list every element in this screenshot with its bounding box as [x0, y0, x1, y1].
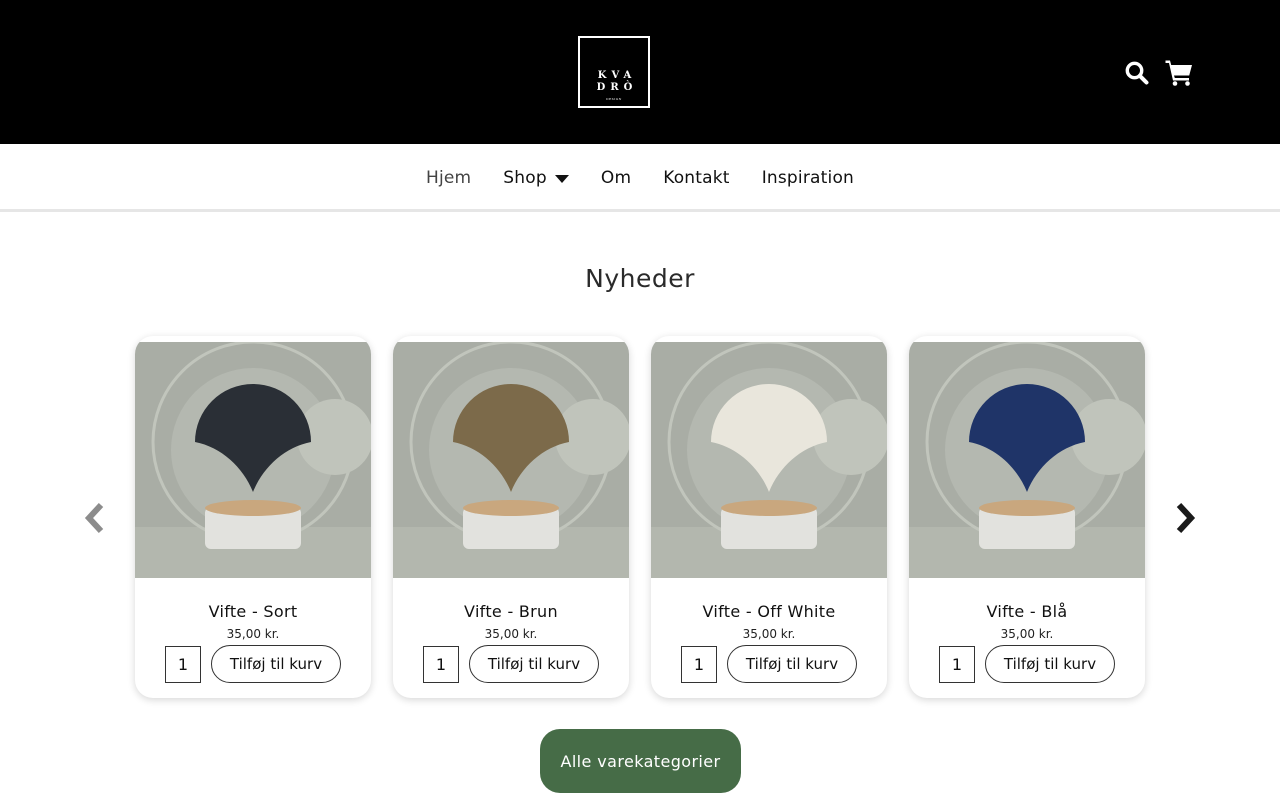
- nav-item-hjem[interactable]: Hjem: [426, 168, 471, 188]
- logo-line-3: DESIGN: [606, 97, 622, 101]
- nav-item-label: Om: [600, 168, 632, 188]
- product-image[interactable]: [909, 342, 1145, 578]
- product-price: 35,00 kr.: [742, 627, 796, 641]
- quantity-input[interactable]: [423, 646, 459, 683]
- product-price: 35,00 kr.: [484, 627, 538, 641]
- search-icon: [1125, 61, 1149, 85]
- nav-item-shop[interactable]: Shop: [503, 168, 569, 188]
- product-card[interactable]: Vifte - Blå 35,00 kr. Tilføj til kurv: [909, 336, 1145, 698]
- product-name[interactable]: Vifte - Brun: [393, 602, 629, 621]
- carousel-next-button[interactable]: [1173, 500, 1197, 536]
- section-title: Nyheder: [585, 264, 695, 293]
- add-to-cart-button[interactable]: Tilføj til kurv: [469, 645, 599, 683]
- cart-icon: [1165, 60, 1192, 86]
- logo-line-1: KVA: [597, 70, 637, 81]
- caret-down-icon: [554, 174, 569, 183]
- quantity-input[interactable]: [939, 646, 975, 683]
- product-card[interactable]: Vifte - Sort 35,00 kr. Tilføj til kurv: [135, 336, 371, 698]
- nav-item-label: Kontakt: [663, 168, 730, 188]
- nav-item-om[interactable]: Om: [601, 168, 631, 188]
- main-nav: Hjem Shop Om Kontakt Inspiration: [0, 144, 1280, 212]
- header-bar: KVA DRÒ DESIGN: [0, 0, 1280, 144]
- add-to-cart-button[interactable]: Tilføj til kurv: [211, 645, 341, 683]
- quantity-input[interactable]: [165, 646, 201, 683]
- product-image[interactable]: [651, 342, 887, 578]
- chevron-left-icon: [84, 502, 104, 534]
- cart-button[interactable]: [1164, 57, 1194, 87]
- search-button[interactable]: [1124, 60, 1150, 86]
- quantity-input[interactable]: [681, 646, 717, 683]
- product-card[interactable]: Vifte - Off White 35,00 kr. Tilføj til k…: [651, 336, 887, 698]
- product-image[interactable]: [135, 342, 371, 578]
- product-price: 35,00 kr.: [226, 627, 280, 641]
- nav-item-inspiration[interactable]: Inspiration: [762, 168, 854, 188]
- product-card[interactable]: Vifte - Brun 35,00 kr. Tilføj til kurv: [393, 336, 629, 698]
- nav-item-label: Hjem: [425, 168, 472, 188]
- product-name[interactable]: Vifte - Off White: [651, 602, 887, 621]
- add-to-cart-button[interactable]: Tilføj til kurv: [727, 645, 857, 683]
- nav-list: Hjem Shop Om Kontakt Inspiration: [0, 144, 1280, 212]
- product-image[interactable]: [393, 342, 629, 578]
- chevron-right-icon: [1176, 502, 1196, 534]
- logo[interactable]: KVA DRÒ DESIGN: [578, 36, 650, 108]
- carousel-prev-button[interactable]: [83, 500, 107, 536]
- nav-item-label: Inspiration: [761, 168, 855, 188]
- all-categories-button[interactable]: Alle varekategorier: [540, 729, 741, 793]
- product-name[interactable]: Vifte - Sort: [135, 602, 371, 621]
- product-name[interactable]: Vifte - Blå: [909, 602, 1145, 621]
- nav-item-label: Shop: [503, 168, 547, 188]
- logo-line-2: DRÒ: [596, 82, 638, 93]
- add-to-cart-button[interactable]: Tilføj til kurv: [985, 645, 1115, 683]
- product-price: 35,00 kr.: [1000, 627, 1054, 641]
- nav-item-kontakt[interactable]: Kontakt: [663, 168, 729, 188]
